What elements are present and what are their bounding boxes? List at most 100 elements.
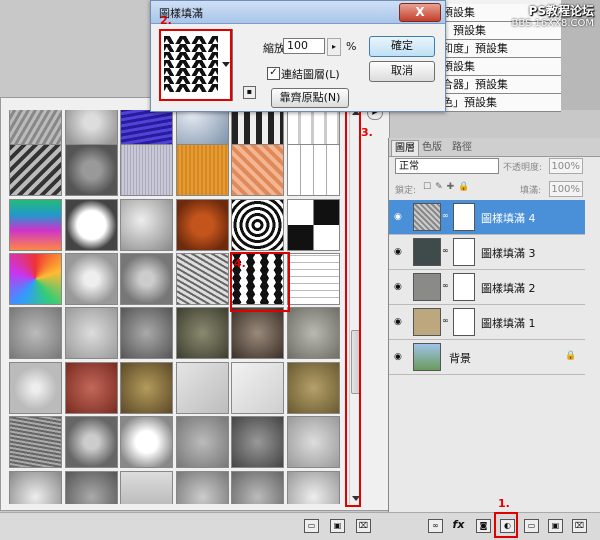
pattern-tile[interactable] [176,362,229,414]
eye-icon[interactable]: ◉ [394,247,402,257]
new-group-icon[interactable]: ▭ [524,519,539,533]
snap-to-origin-button[interactable]: 靠齊原點(N) [271,88,349,108]
watermark-url: BBS.16XX8.COM [511,18,594,29]
pattern-tile[interactable] [120,307,173,359]
layer-row[interactable]: ◉ ∞ 圖樣填滿 3 [389,235,585,270]
cancel-button[interactable]: 取消 [369,61,435,82]
blend-mode-select[interactable]: 正常 [395,158,499,174]
layer-row[interactable]: ◉ 背景 🔒 [389,340,585,375]
lock-icons[interactable]: ☐✎✚🔒 [423,182,473,192]
pattern-tile[interactable] [176,110,229,148]
marker-2-highlight [159,29,232,101]
fx-icon[interactable]: fx [452,519,465,531]
pattern-tile[interactable] [287,144,340,196]
layer-thumbnail [413,203,441,231]
scale-unit: % [346,40,357,53]
pattern-tile[interactable] [120,253,173,305]
watermark-text: PS教程论坛 [528,4,594,18]
pattern-tile[interactable] [120,144,173,196]
new-preset-icon[interactable]: ▪ [243,86,256,99]
pattern-tile[interactable] [287,253,340,305]
mask-thumbnail [453,203,475,231]
eye-icon[interactable]: ◉ [394,282,402,292]
new-layer-icon[interactable]: ▣ [548,519,563,533]
pattern-tile[interactable] [176,253,229,305]
ok-button[interactable]: 確定 [369,36,435,57]
link-icon: ∞ [442,281,449,290]
pattern-tile[interactable] [287,110,340,148]
layer-thumbnail [413,273,441,301]
pattern-tile[interactable] [287,416,340,468]
marker-1-label: 1. [498,497,510,510]
pattern-tile[interactable] [231,416,284,468]
layer-row[interactable]: ◉ ∞ 圖樣填滿 4 [389,200,585,235]
tab-layers[interactable]: 圖層 [391,140,419,156]
pattern-tile[interactable] [287,307,340,359]
marker-3-label: 3. [361,126,373,139]
link-icon[interactable]: ∞ [428,519,443,533]
pattern-tile[interactable] [120,199,173,251]
pattern-tile[interactable] [65,471,118,504]
pattern-tile[interactable] [287,199,340,251]
pattern-tile[interactable] [9,471,62,504]
tab-paths[interactable]: 路徑 [449,140,475,155]
pattern-tile[interactable] [9,362,62,414]
trash-icon[interactable]: ⌧ [356,519,371,533]
pattern-tile[interactable] [231,199,284,251]
pattern-tile[interactable] [9,144,62,196]
pattern-tile[interactable] [65,253,118,305]
pattern-tile[interactable] [176,471,229,504]
pattern-tile[interactable] [9,110,62,148]
link-layer-checkbox[interactable]: ✓ [267,67,280,80]
layer-row[interactable]: ◉ ∞ 圖樣填滿 2 [389,270,585,305]
dialog-titlebar[interactable]: 圖樣填滿 X [151,1,445,24]
pattern-tile[interactable] [65,144,118,196]
eye-icon[interactable]: ◉ [394,212,402,222]
fill-label: 填滿: [520,186,542,196]
pattern-tile[interactable] [120,416,173,468]
close-button[interactable]: X [399,3,441,22]
link-icon: ∞ [442,316,449,325]
pattern-tile[interactable] [9,199,62,251]
tab-channels[interactable]: 色版 [419,140,445,155]
pattern-tile[interactable] [231,110,284,148]
scale-input[interactable]: 100 [283,38,325,54]
link-icon: ∞ [442,246,449,255]
layer-row[interactable]: ◉ ∞ 圖樣填滿 1 [389,305,585,340]
pattern-tile[interactable] [120,471,173,504]
layer-thumbnail [413,308,441,336]
pattern-tile[interactable] [9,416,62,468]
link-icon: ∞ [442,211,449,220]
pattern-tile[interactable] [231,144,284,196]
pattern-tile[interactable] [65,307,118,359]
layer-thumbnail [413,238,441,266]
pattern-tile[interactable] [120,110,173,148]
pattern-tile[interactable] [287,471,340,504]
fill-input[interactable]: 100% [549,181,583,197]
pattern-tile[interactable] [65,416,118,468]
pattern-tile[interactable] [65,199,118,251]
pattern-tile[interactable] [176,199,229,251]
scale-stepper[interactable]: ▸ [327,38,341,56]
link-layers-icon[interactable]: ▭ [304,519,319,533]
pattern-tile[interactable] [176,416,229,468]
pattern-tile[interactable] [287,362,340,414]
pattern-tile[interactable] [231,307,284,359]
pattern-tile[interactable] [9,253,62,305]
new-group-icon[interactable]: ▣ [330,519,345,533]
marker-4-label: 4. [234,257,246,270]
pattern-tile[interactable] [65,362,118,414]
add-mask-icon[interactable]: ◙ [476,519,491,533]
pattern-tile[interactable] [231,362,284,414]
pattern-tile[interactable] [231,471,284,504]
pattern-tile[interactable] [176,144,229,196]
trash-icon[interactable]: ⌧ [572,519,587,533]
opacity-input[interactable]: 100% [549,158,583,174]
eye-icon[interactable]: ◉ [394,317,402,327]
pattern-tile[interactable] [9,307,62,359]
mask-thumbnail [453,308,475,336]
pattern-tile[interactable] [176,307,229,359]
pattern-tile[interactable] [120,362,173,414]
eye-icon[interactable]: ◉ [394,352,402,362]
pattern-tile[interactable] [65,110,118,148]
